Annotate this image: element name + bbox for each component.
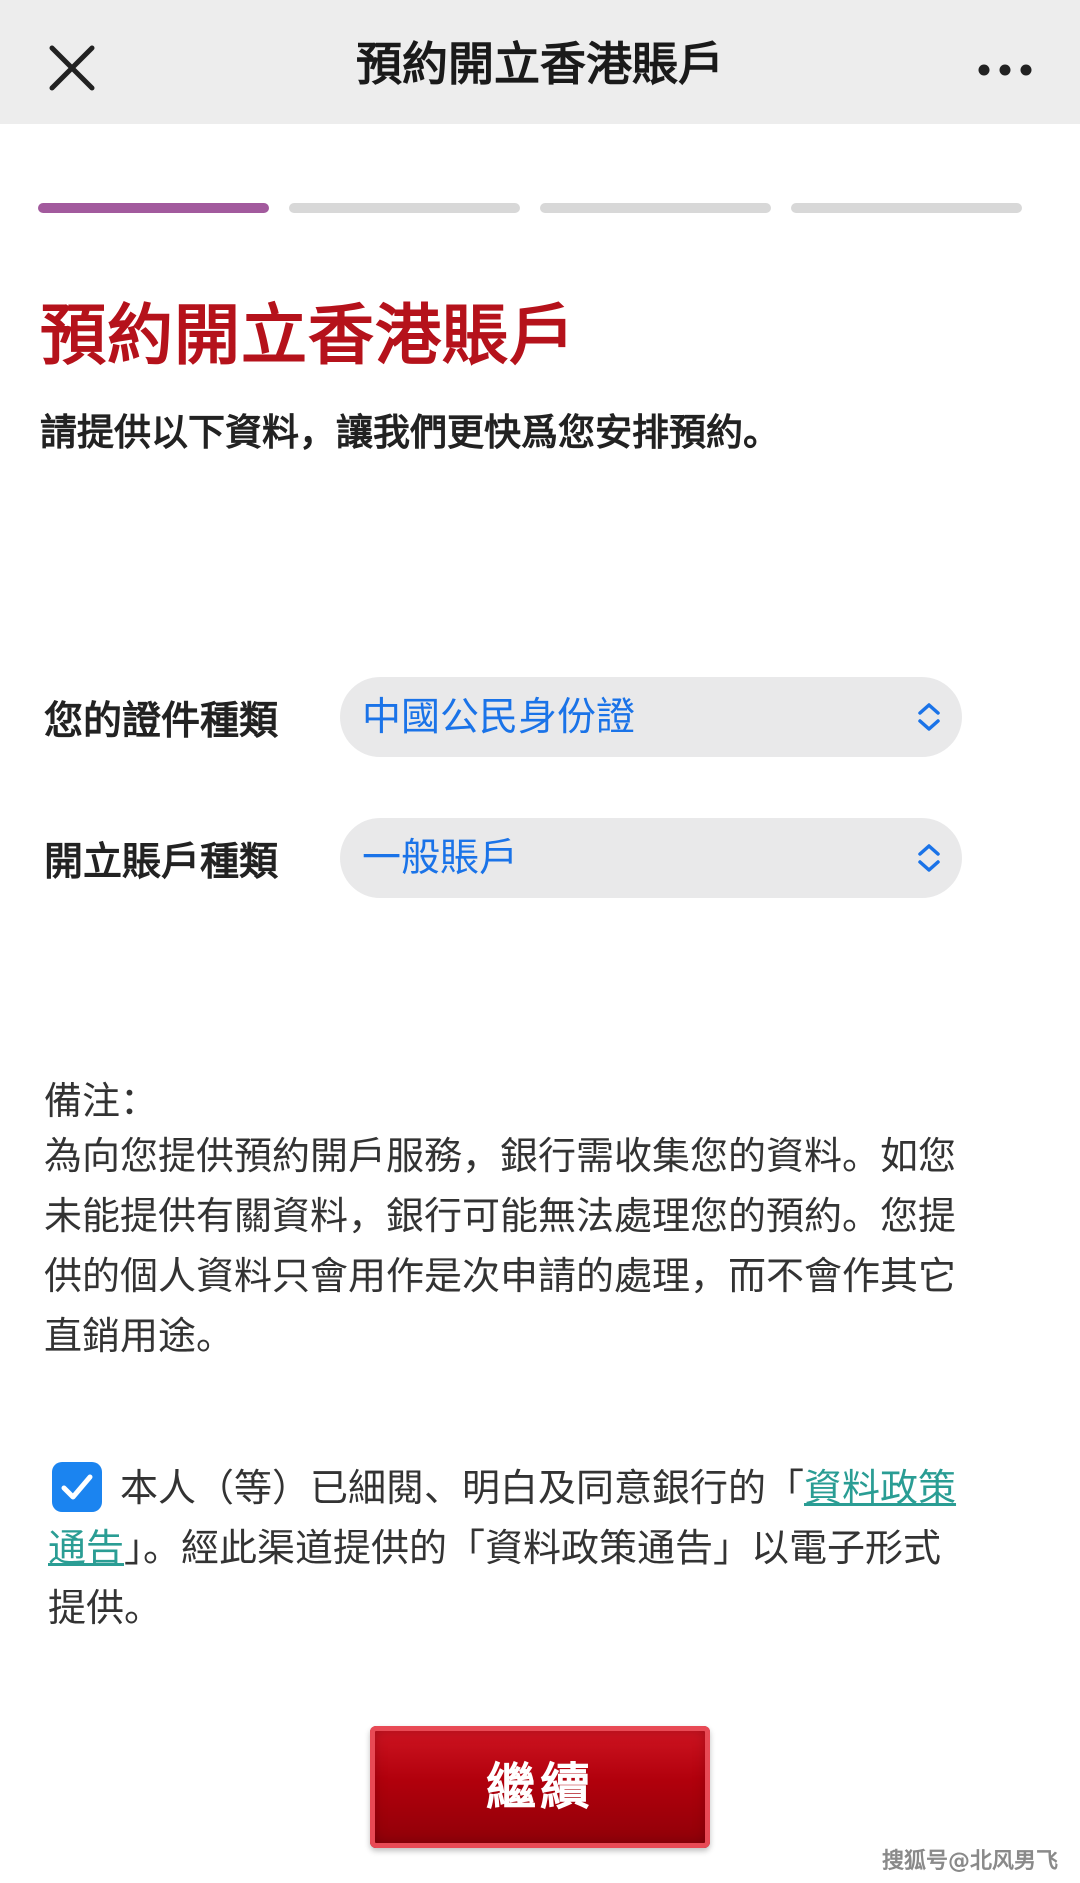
note-line: 供的個人資料只會用作是次申請的處理，而不會作其它 [44, 1254, 957, 1298]
consent-line-1: 本人（等）已細閱、明白及同意銀行的「資料政策 [48, 1458, 1028, 1518]
account-type-select[interactable]: 一般賬戶 [340, 818, 962, 898]
chevron-up-down-icon [918, 703, 940, 731]
watermark: 搜狐号@北风男飞 [882, 1849, 1059, 1874]
note-title: 備注： [44, 1079, 159, 1123]
progress-step-4 [791, 203, 1022, 213]
progress-step-1 [38, 203, 269, 213]
page-title: 預約開立香港賬戶 [40, 297, 576, 374]
more-options-button[interactable] [965, 50, 1045, 90]
note-line: 為向您提供預約開戶服務，銀行需收集您的資料。如您 [44, 1134, 957, 1178]
more-icon [978, 64, 1032, 76]
page-subtitle: 請提供以下資料，讓我們更快爲您安排預約。 [40, 411, 780, 454]
consent-text: 本人（等）已細閱、明白及同意銀行的「資料政策 通告」。經此渠道提供的「資料政策通… [48, 1458, 1028, 1638]
top-navigation-bar: 預約開立香港賬戶 [0, 0, 1080, 124]
continue-button[interactable]: 繼續 [370, 1726, 710, 1848]
id-type-select[interactable]: 中國公民身份證 [340, 677, 962, 757]
consent-text-after: 」。經此渠道提供的「資料政策通告」以電子形式 [124, 1526, 942, 1570]
chevron-up-down-icon [918, 844, 940, 872]
id-type-value: 中國公民身份證 [362, 695, 636, 740]
privacy-policy-link-part1[interactable]: 資料政策 [804, 1466, 956, 1510]
continue-button-label: 繼續 [486, 1758, 594, 1816]
consent-text-before: 本人（等）已細閱、明白及同意銀行的「 [120, 1466, 805, 1510]
note-line: 直銷用途。 [44, 1314, 235, 1358]
id-type-label: 您的證件種類 [44, 699, 279, 744]
privacy-policy-link-part2[interactable]: 通告 [48, 1526, 124, 1570]
note-line: 未能提供有關資料，銀行可能無法處理您的預約。您提 [44, 1194, 957, 1238]
step-progress-indicator [38, 203, 1042, 213]
note-body: 為向您提供預約開戶服務，銀行需收集您的資料。如您 未能提供有關資料，銀行可能無法… [44, 1126, 1024, 1366]
progress-step-3 [540, 203, 771, 213]
consent-line-2: 通告」。經此渠道提供的「資料政策通告」以電子形式 [48, 1518, 1028, 1578]
progress-step-2 [289, 203, 520, 213]
nav-title: 預約開立香港賬戶 [356, 37, 724, 91]
consent-line-3: 提供。 [48, 1586, 163, 1630]
close-icon [49, 45, 95, 91]
account-type-label: 開立賬戶種類 [44, 840, 279, 885]
account-type-value: 一般賬戶 [362, 836, 519, 881]
close-button[interactable] [40, 36, 104, 100]
